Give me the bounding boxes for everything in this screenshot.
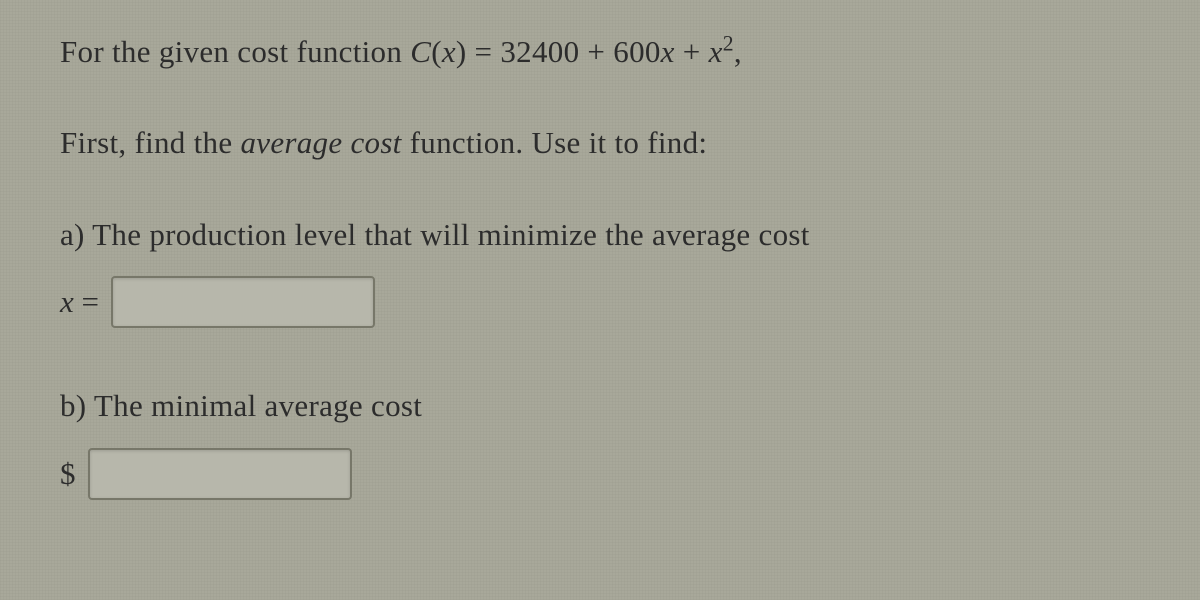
func-arg: x (442, 34, 456, 69)
part-a-equals: = (74, 284, 99, 319)
rhs-exp: 2 (723, 32, 734, 56)
close-paren: ) (456, 34, 467, 69)
part-b-input[interactable] (88, 448, 352, 500)
intro-text: For the given cost function (60, 34, 410, 69)
open-paren: ( (431, 34, 442, 69)
part-b-label: b) The minimal average cost (60, 384, 1140, 427)
rhs-var2: x (709, 34, 723, 69)
instruction-prefix: First, find the (60, 125, 240, 160)
rhs-part2: + (675, 34, 709, 69)
part-a-var: x (60, 284, 74, 319)
part-a-row: x = (60, 276, 1140, 328)
cost-function-line: For the given cost function C(x) = 32400… (60, 30, 1140, 73)
part-b-row: $ (60, 448, 1140, 500)
problem-page: For the given cost function C(x) = 32400… (0, 0, 1200, 600)
instruction-line: First, find the average cost function. U… (60, 121, 1140, 164)
func-name: C (410, 34, 431, 69)
instruction-emph: average cost (240, 125, 401, 160)
rhs-part1: = 32400 + 600 (467, 34, 661, 69)
rhs-var1: x (661, 34, 675, 69)
rhs-tail: , (734, 34, 742, 69)
part-a-var-row: x = (60, 284, 99, 320)
part-a-input[interactable] (111, 276, 375, 328)
part-b-currency: $ (60, 456, 76, 492)
part-a-label: a) The production level that will minimi… (60, 213, 1140, 256)
instruction-suffix: function. Use it to find: (402, 125, 708, 160)
